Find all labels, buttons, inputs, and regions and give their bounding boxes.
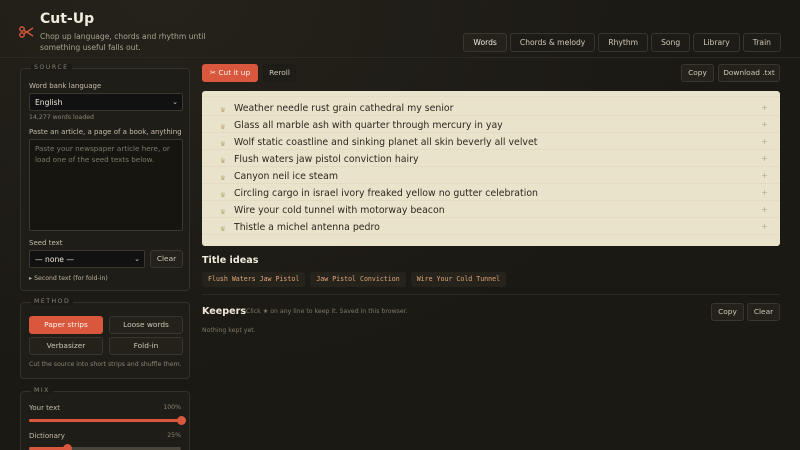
title-idea-chip[interactable]: Wire Your Cold Tunnel xyxy=(410,272,507,287)
method-paper-strips-button[interactable]: Paper strips xyxy=(29,316,103,334)
your-text-slider-handle[interactable] xyxy=(177,416,186,425)
keep-line-button[interactable]: + xyxy=(761,103,768,112)
crown-icon: ♛ xyxy=(220,225,226,233)
output-line[interactable]: ♛ Weather needle rust grain cathedral my… xyxy=(220,101,768,118)
chevron-down-icon: ⌄ xyxy=(134,255,140,263)
method-legend: METHOD xyxy=(31,298,74,305)
output-line-text: Canyon neil ice steam xyxy=(234,171,339,182)
your-text-slider[interactable] xyxy=(29,416,186,425)
your-text-slider-label: Your text xyxy=(29,404,60,412)
output-line-text: Thistle a michel antenna pedro xyxy=(234,222,380,233)
second-text-toggle[interactable]: ▸ Second text (for fold-in) xyxy=(29,275,108,282)
output-line[interactable]: ♛ Wire your cold tunnel with motorway be… xyxy=(220,203,768,220)
clear-seed-button[interactable]: Clear xyxy=(150,250,183,268)
output-line[interactable]: ♛ Wolf static coastline and sinking plan… xyxy=(220,135,768,152)
crown-icon: ♛ xyxy=(220,140,226,148)
method-loose-words-button[interactable]: Loose words xyxy=(109,316,183,334)
seed-text-label: Seed text xyxy=(29,239,63,247)
your-text-slider-value: 100% xyxy=(163,404,181,411)
dictionary-slider-handle[interactable] xyxy=(63,444,72,450)
keep-line-button[interactable]: + xyxy=(761,154,768,163)
copy-keepers-button[interactable]: Copy xyxy=(711,303,744,321)
cut-it-up-button[interactable]: ✂ Cut it up xyxy=(202,64,258,82)
tab-rhythm[interactable]: Rhythm xyxy=(598,33,649,52)
word-bank-label: Word bank language xyxy=(29,82,102,90)
tab-chords-melody[interactable]: Chords & melody xyxy=(509,33,596,52)
output-line[interactable]: ♛ Circling cargo in israel ivory freaked… xyxy=(220,186,768,203)
crown-icon: ♛ xyxy=(220,106,226,114)
method-verbasizer-button[interactable]: Verbasizer xyxy=(29,337,103,355)
tab-words[interactable]: Words xyxy=(463,33,507,52)
crown-icon: ♛ xyxy=(220,174,226,182)
your-text-slider-fill xyxy=(29,419,181,422)
method-fold-in-button[interactable]: Fold-in xyxy=(109,337,183,355)
crown-icon: ♛ xyxy=(220,191,226,199)
title-ideas-chips: Flush Waters Jaw Pistol Jaw Pistol Convi… xyxy=(202,272,507,287)
keepers-heading: Keepers xyxy=(202,306,247,317)
output-line-text: Circling cargo in israel ivory freaked y… xyxy=(234,188,538,199)
crown-icon: ♛ xyxy=(220,208,226,216)
keep-line-button[interactable]: + xyxy=(761,137,768,146)
output-line[interactable]: ♛ Canyon neil ice steam + xyxy=(220,169,768,186)
words-loaded-count: 14,277 words loaded xyxy=(29,114,94,121)
keep-line-button[interactable]: + xyxy=(761,188,768,197)
output-line[interactable]: ♛ Glass all marble ash with quarter thro… xyxy=(220,118,768,135)
paste-label: Paste an article, a page of a book, anyt… xyxy=(29,128,182,136)
tab-library[interactable]: Library xyxy=(693,33,740,52)
app-header: Cut-Up Chop up language, chords and rhyt… xyxy=(0,0,800,60)
cut-up-output: ♛ Weather needle rust grain cathedral my… xyxy=(202,91,780,246)
seed-text-value: — none — xyxy=(35,255,74,264)
source-textarea[interactable]: Paste your newspaper article here, or lo… xyxy=(29,139,183,231)
crown-icon: ♛ xyxy=(220,157,226,165)
crown-icon: ♛ xyxy=(220,123,226,131)
keep-line-button[interactable]: + xyxy=(761,120,768,129)
tab-song[interactable]: Song xyxy=(651,33,691,52)
app-title: Cut-Up xyxy=(40,11,95,27)
seed-text-select[interactable]: — none — ⌄ xyxy=(29,250,145,268)
section-divider xyxy=(202,294,780,295)
word-bank-select[interactable]: English ⌄ xyxy=(29,93,183,111)
download-txt-button[interactable]: Download .txt xyxy=(718,64,780,82)
title-idea-chip[interactable]: Flush Waters Jaw Pistol xyxy=(202,272,306,287)
output-line-text: Weather needle rust grain cathedral my s… xyxy=(234,103,454,114)
output-line-text: Glass all marble ash with quarter throug… xyxy=(234,120,503,131)
title-ideas-heading: Title ideas xyxy=(202,255,259,266)
mode-tabs: Words Chords & melody Rhythm Song Librar… xyxy=(463,33,781,52)
tab-train[interactable]: Train xyxy=(742,33,781,52)
dictionary-slider-value: 25% xyxy=(167,432,181,439)
output-line-text: Wire your cold tunnel with motorway beac… xyxy=(234,205,445,216)
source-legend: SOURCE xyxy=(31,64,72,71)
clear-keepers-button[interactable]: Clear xyxy=(747,303,780,321)
header-divider xyxy=(0,57,800,58)
copy-output-button[interactable]: Copy xyxy=(681,64,714,82)
output-line-text: Flush waters jaw pistol conviction hairy xyxy=(234,154,419,165)
chevron-down-icon: ⌄ xyxy=(172,98,178,106)
title-idea-chip[interactable]: Jaw Pistol Conviction xyxy=(310,272,406,287)
output-line[interactable]: ♛ Flush waters jaw pistol conviction hai… xyxy=(220,152,768,169)
keep-line-button[interactable]: + xyxy=(761,222,768,231)
keepers-empty-state: Nothing kept yet. xyxy=(202,327,256,334)
source-panel: SOURCE Word bank language English ⌄ 14,2… xyxy=(20,64,190,291)
output-line-text: Wolf static coastline and sinking planet… xyxy=(234,137,538,148)
keep-line-button[interactable]: + xyxy=(761,205,768,214)
method-description: Cut the source into short strips and shu… xyxy=(29,361,182,368)
reroll-button[interactable]: Reroll xyxy=(263,64,296,82)
method-panel: METHOD Paper strips Loose words Verbasiz… xyxy=(20,298,190,379)
app-subtitle: Chop up language, chords and rhythm unti… xyxy=(40,32,206,52)
word-bank-value: English xyxy=(35,98,63,107)
output-line[interactable]: ♛ Thistle a michel antenna pedro + xyxy=(220,220,768,237)
mix-panel: MIX Your text 100% Dictionary 25% xyxy=(20,387,190,450)
keep-line-button[interactable]: + xyxy=(761,171,768,180)
dictionary-slider-label: Dictionary xyxy=(29,432,65,440)
mix-legend: MIX xyxy=(31,387,53,394)
scissors-icon xyxy=(19,26,34,38)
keepers-hint: Click ★ on any line to keep it. Saved in… xyxy=(246,308,408,315)
